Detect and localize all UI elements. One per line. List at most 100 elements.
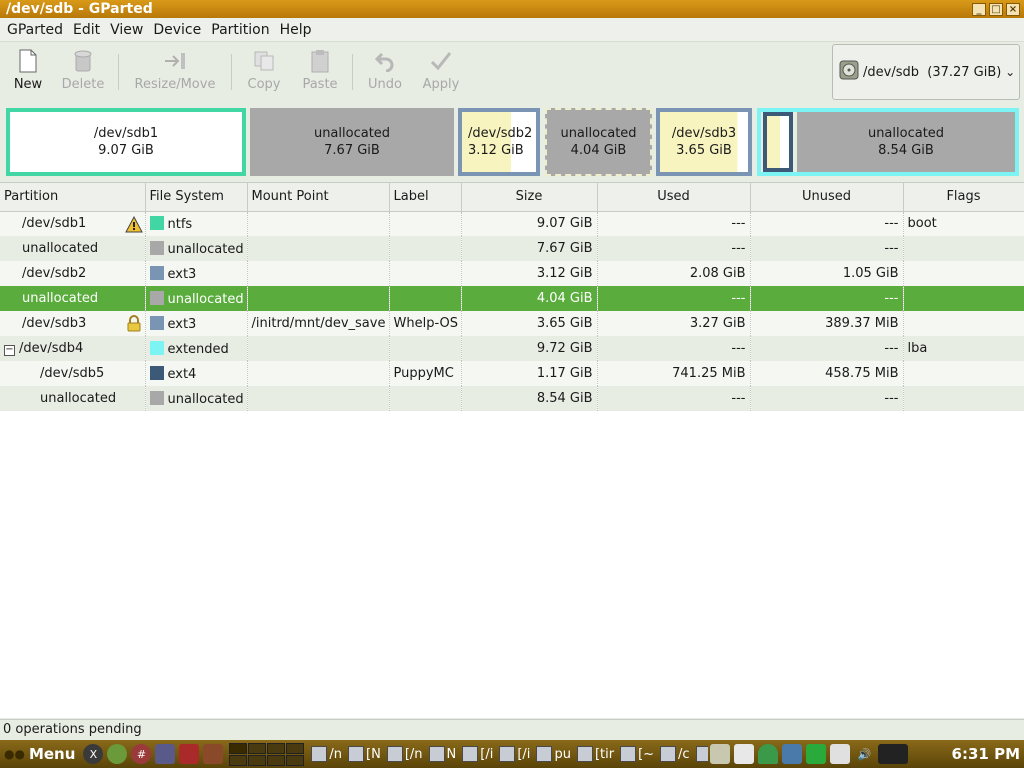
cell-filesystem: ext4 xyxy=(145,361,248,386)
notes-tray-icon[interactable] xyxy=(710,744,731,764)
table-row[interactable]: /dev/sdb5 ext4 PuppyMC 1.17 GiB 741.25 MiB 45… xyxy=(0,361,1024,386)
graph-unallocated-3[interactable]: unallocated 8.54 GiB xyxy=(797,112,1015,172)
delete-button[interactable]: Delete xyxy=(52,42,114,100)
graph-partition-name: unallocated xyxy=(560,126,637,141)
cell-flags xyxy=(903,311,1024,336)
cell-partition: unallocated xyxy=(0,386,146,411)
graph-partition-name: unallocated xyxy=(867,126,945,141)
taskbar-task[interactable]: /n xyxy=(309,743,344,765)
graph-unallocated-1[interactable]: unallocated 7.67 GiB xyxy=(250,108,454,176)
tree-collapse-icon[interactable]: − xyxy=(4,345,15,356)
taskbar-task[interactable]: [/i xyxy=(497,743,532,765)
file-manager-icon[interactable] xyxy=(155,744,176,764)
table-row[interactable]: /dev/sdb3 ext3/initrd/mnt/dev_save Whelp-O… xyxy=(0,311,1024,336)
settings-launcher-icon[interactable] xyxy=(203,744,224,764)
filesystem-color-swatch xyxy=(149,240,164,255)
clipboard-tray-icon[interactable] xyxy=(830,744,851,764)
taskbar-task[interactable]: /c xyxy=(658,743,692,765)
menu-device[interactable]: Device xyxy=(148,22,206,38)
taskbar-task[interactable]: [N xyxy=(346,743,383,765)
cell-filesystem: extended xyxy=(145,336,248,361)
workspace-8[interactable] xyxy=(286,754,305,766)
cell-unused: --- xyxy=(750,236,904,261)
taskbar-task[interactable]: [/i xyxy=(460,743,495,765)
network-tray-icon[interactable] xyxy=(782,744,803,764)
workspace-2[interactable] xyxy=(248,742,267,754)
graph-partition-sdb2[interactable]: /dev/sdb2 3.12 GiB xyxy=(458,108,540,176)
menu-help[interactable]: Help xyxy=(275,22,317,38)
table-row[interactable]: unallocated unallocated 8.54 GiB --- --- xyxy=(0,386,1024,411)
new-button[interactable]: New xyxy=(4,42,52,100)
clock[interactable]: 6:31 PM xyxy=(952,745,1024,763)
graph-partition-name: /dev/sdb3 xyxy=(671,126,737,141)
table-row[interactable]: unallocated unallocated 7.67 GiB --- --- xyxy=(0,236,1024,261)
workspace-4[interactable] xyxy=(286,742,305,754)
filesystem-name: extended xyxy=(167,341,229,357)
apply-button[interactable]: Apply xyxy=(413,42,469,100)
copy-button[interactable]: Copy xyxy=(236,42,292,100)
taskbar-task[interactable]: [/n xyxy=(385,743,425,765)
column-header-used[interactable]: Used xyxy=(597,183,751,212)
resize-move-button[interactable]: Resize/Move xyxy=(123,42,227,100)
keyboard-tray-icon[interactable] xyxy=(734,744,755,764)
close-button[interactable]: × xyxy=(1006,2,1020,16)
x-logo-icon[interactable]: X xyxy=(83,744,104,764)
column-header-flags[interactable]: Flags xyxy=(903,183,1024,212)
table-row[interactable]: unallocated unallocated 4.04 GiB --- --- xyxy=(0,286,1024,311)
column-header-partition[interactable]: Partition xyxy=(0,183,146,212)
cell-size: 7.67 GiB xyxy=(461,236,598,261)
database-tray-icon[interactable] xyxy=(806,744,827,764)
cell-flags: boot xyxy=(903,211,1024,236)
taskbar-task[interactable]: pu xyxy=(534,743,573,765)
paste-button[interactable]: Paste xyxy=(292,42,348,100)
network-icon[interactable] xyxy=(107,744,128,764)
taskbar-task[interactable]: g xyxy=(694,743,709,765)
cell-partition: unallocated xyxy=(0,236,146,261)
table-row[interactable]: −/dev/sdb4 extended 9.72 GiB --- --- lba xyxy=(0,336,1024,361)
minimize-button[interactable]: _ xyxy=(972,2,986,16)
maximize-button[interactable]: □ xyxy=(989,2,1003,16)
table-row[interactable]: /dev/sdb1 ntfs 9.07 GiB --- --- boot xyxy=(0,211,1024,236)
device-selector[interactable]: /dev/sdb (37.27 GiB) ⌄ xyxy=(832,44,1020,100)
taskbar-task[interactable]: [~ xyxy=(618,743,656,765)
column-header-filesystem[interactable]: File System xyxy=(145,183,248,212)
menu-partition[interactable]: Partition xyxy=(206,22,274,38)
workspace-1[interactable] xyxy=(229,742,248,754)
app-launcher-icon[interactable] xyxy=(179,744,200,764)
column-header-label[interactable]: Label xyxy=(389,183,462,212)
start-menu-button[interactable]: ●● Menu xyxy=(0,740,81,768)
table-row[interactable]: /dev/sdb2 ext3 3.12 GiB 2.08 GiB 1.05 GiB xyxy=(0,261,1024,286)
cell-label: Whelp-OS xyxy=(389,311,462,336)
undo-button[interactable]: Undo xyxy=(357,42,413,100)
task-label: [tir xyxy=(594,746,615,762)
column-header-unused[interactable]: Unused xyxy=(750,183,904,212)
menu-gparted[interactable]: GParted xyxy=(2,22,68,38)
workspace-pager[interactable] xyxy=(229,742,305,766)
workspace-5[interactable] xyxy=(229,754,248,766)
column-header-mountpoint[interactable]: Mount Point xyxy=(247,183,390,212)
graph-unallocated-2[interactable]: unallocated 4.04 GiB xyxy=(545,108,652,176)
column-header-size[interactable]: Size xyxy=(461,183,598,212)
graph-partition-size: 9.07 GiB xyxy=(98,143,154,158)
menu-view[interactable]: View xyxy=(105,22,148,38)
graph-partition-sdb4-extended[interactable]: unallocated 8.54 GiB xyxy=(757,108,1019,176)
taskbar-task[interactable]: N xyxy=(427,743,459,765)
workspace-3[interactable] xyxy=(267,742,286,754)
graph-partition-sdb3[interactable]: /dev/sdb3 3.65 GiB xyxy=(656,108,752,176)
partition-name: /dev/sdb5 xyxy=(40,366,105,381)
cell-unused: --- xyxy=(750,286,904,311)
graph-partition-sdb5[interactable] xyxy=(763,112,793,172)
volume-icon[interactable]: 🔊 xyxy=(854,744,874,764)
workspace-7[interactable] xyxy=(267,754,286,766)
menu-edit[interactable]: Edit xyxy=(68,22,105,38)
task-window-icon xyxy=(576,746,593,762)
task-label: /c xyxy=(678,746,690,762)
taskbar-task[interactable]: [tir xyxy=(575,743,616,765)
graph-partition-sdb1[interactable]: /dev/sdb1 9.07 GiB xyxy=(6,108,246,176)
cell-size: 3.12 GiB xyxy=(461,261,598,286)
cell-label xyxy=(389,211,462,236)
workspace-6[interactable] xyxy=(248,754,267,766)
task-window-icon xyxy=(620,746,637,762)
shield-icon[interactable] xyxy=(758,744,779,764)
terminal-launcher-icon[interactable]: # xyxy=(131,744,152,764)
